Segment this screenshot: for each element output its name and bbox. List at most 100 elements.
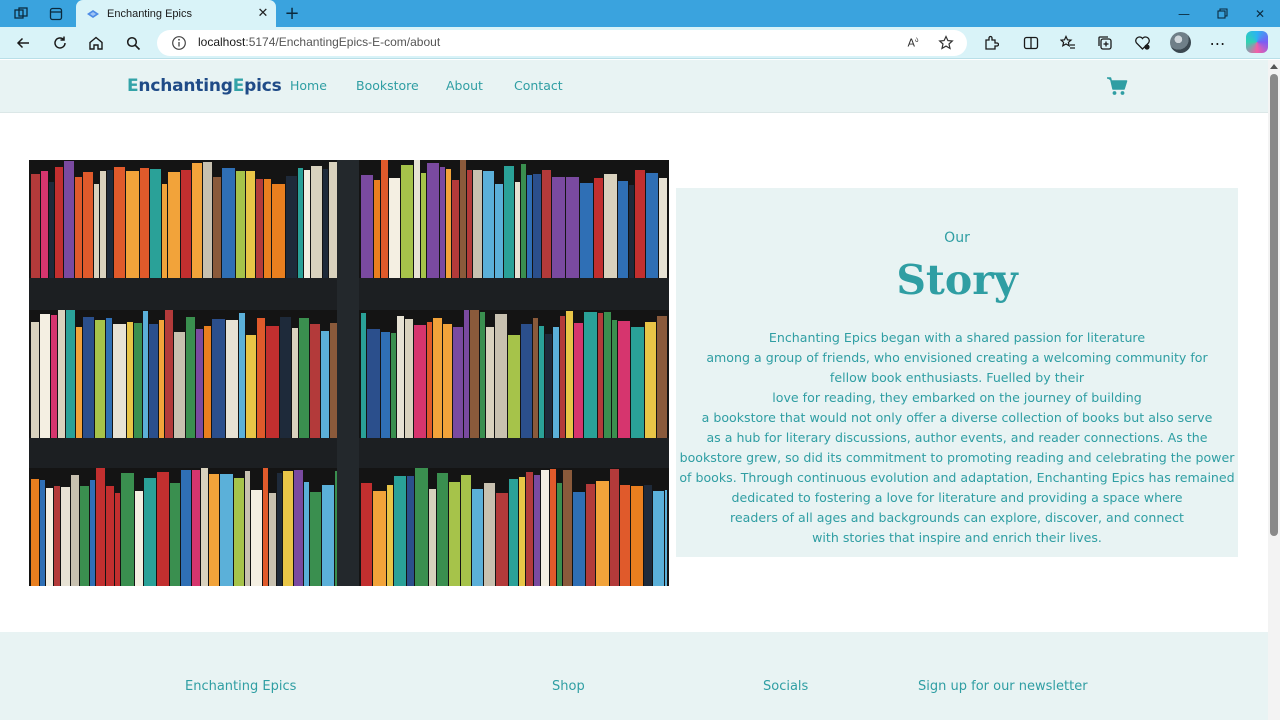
book-spine — [584, 312, 597, 438]
book-spine — [553, 327, 559, 438]
profile-avatar[interactable] — [1170, 32, 1191, 53]
story-title: Story — [896, 256, 1018, 304]
book-spine — [504, 166, 514, 278]
refresh-icon[interactable] — [49, 32, 71, 54]
book-spine — [31, 479, 39, 586]
book-spine — [427, 163, 439, 278]
more-options-icon[interactable]: ⋯ — [1208, 33, 1228, 53]
url-text[interactable]: localhost:5174/EnchantingEpics-E-com/abo… — [198, 35, 440, 49]
book-spine — [144, 478, 156, 586]
book-spine — [323, 169, 328, 278]
book-spine — [239, 313, 245, 438]
back-icon[interactable] — [12, 32, 34, 54]
book-spine — [437, 473, 448, 586]
book-spine — [310, 492, 321, 586]
book-spine — [550, 469, 556, 586]
book-spine — [201, 468, 208, 586]
favorite-star-icon[interactable] — [937, 34, 955, 52]
book-spine — [534, 475, 540, 586]
new-tab-icon[interactable]: + — [282, 3, 302, 24]
book-spine — [192, 163, 202, 278]
story-line: with stories that inspire and enrich the… — [812, 530, 1102, 545]
book-spine — [620, 485, 630, 586]
browser-titlebar: Enchanting Epics ✕ + — ✕ — [0, 0, 1280, 27]
book-spine — [473, 170, 482, 278]
book-spine — [49, 182, 54, 278]
book-spine — [157, 472, 169, 586]
copilot-icon[interactable] — [1246, 31, 1268, 53]
extensions-icon[interactable] — [981, 33, 1001, 53]
book-spine — [106, 486, 114, 586]
story-line: love for reading, they embarked on the j… — [772, 390, 1142, 405]
book-spine — [96, 468, 105, 586]
book-spine — [367, 329, 380, 438]
book-spine — [665, 490, 667, 586]
split-screen-icon[interactable] — [1021, 33, 1041, 53]
scroll-thumb[interactable] — [1270, 74, 1278, 536]
book-spine — [407, 476, 414, 586]
book-spine — [203, 162, 212, 278]
book-spine — [533, 318, 538, 438]
home-icon[interactable] — [85, 32, 107, 54]
book-spine — [134, 323, 142, 438]
book-spine — [449, 482, 460, 586]
book-spine — [541, 470, 549, 586]
browser-essentials-icon[interactable] — [1132, 33, 1152, 53]
book-spine — [304, 482, 309, 586]
workspaces-icon[interactable] — [11, 4, 31, 24]
book-spine — [631, 327, 644, 438]
book-spine — [391, 333, 396, 438]
book-spine — [470, 310, 479, 438]
book-spine — [440, 167, 445, 278]
favorites-icon[interactable] — [1058, 33, 1078, 53]
maximize-icon[interactable] — [1203, 0, 1241, 27]
book-spine — [90, 480, 95, 586]
site-info-icon[interactable] — [171, 35, 187, 51]
book-spine — [226, 320, 238, 438]
collections-icon[interactable] — [1095, 33, 1115, 53]
book-spine — [414, 160, 420, 278]
page-scrollbar[interactable] — [1268, 60, 1280, 720]
book-spine — [127, 322, 133, 438]
tab-actions-icon[interactable] — [46, 4, 66, 24]
book-spine — [204, 326, 211, 438]
shopping-cart-icon[interactable] — [1106, 76, 1128, 96]
book-spine — [299, 318, 309, 438]
address-bar[interactable]: localhost:5174/EnchantingEpics-E-com/abo… — [157, 30, 967, 56]
scroll-up-arrow-icon[interactable] — [1270, 64, 1278, 69]
story-line: dedicated to fostering a love for litera… — [731, 490, 1183, 505]
nav-about[interactable]: About — [446, 78, 483, 93]
close-tab-icon[interactable]: ✕ — [254, 5, 272, 23]
book-spine — [521, 324, 532, 438]
book-spine — [277, 473, 282, 586]
story-line: Enchanting Epics began with a shared pas… — [768, 330, 1146, 345]
site-logo[interactable]: EnchantingEpics — [127, 76, 282, 96]
book-spine — [181, 170, 191, 278]
book-spine — [389, 178, 400, 278]
book-spine — [76, 327, 82, 438]
book-spine — [464, 310, 469, 438]
book-spine — [374, 180, 380, 278]
book-spine — [40, 314, 50, 438]
story-line: fellow book enthusiasts. Fuelled by thei… — [829, 370, 1085, 385]
minimize-icon[interactable]: — — [1165, 0, 1203, 27]
book-spine — [484, 483, 495, 586]
book-spine — [533, 174, 541, 278]
tab-enchanting-epics[interactable]: Enchanting Epics ✕ — [76, 0, 276, 27]
nav-contact[interactable]: Contact — [514, 78, 563, 93]
book-spine — [573, 492, 585, 586]
book-spine — [251, 490, 262, 586]
close-window-icon[interactable]: ✕ — [1241, 0, 1279, 27]
read-aloud-icon[interactable]: Aა — [904, 34, 922, 52]
book-spine — [174, 332, 185, 438]
book-spine — [181, 470, 191, 586]
book-spine — [539, 326, 544, 438]
story-pre-title: Our — [944, 230, 970, 246]
search-icon[interactable] — [122, 32, 144, 54]
nav-bookstore[interactable]: Bookstore — [356, 78, 419, 93]
book-spine — [143, 311, 148, 438]
book-spine — [126, 171, 139, 278]
nav-home[interactable]: Home — [290, 78, 327, 93]
book-spine — [135, 491, 143, 586]
book-spine — [165, 310, 173, 438]
